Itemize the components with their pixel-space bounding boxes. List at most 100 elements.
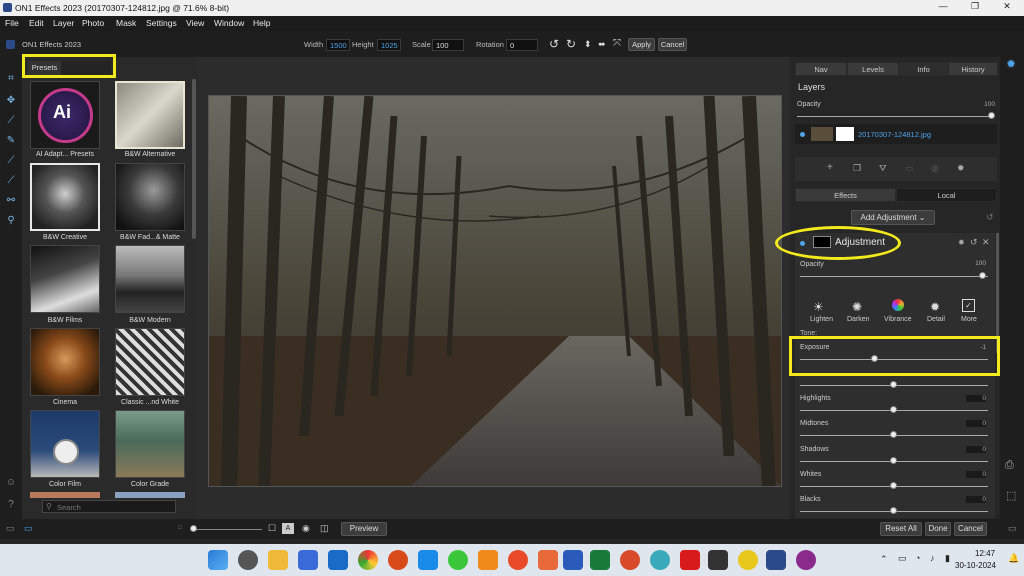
adjustment-close-icon[interactable]: ✕	[982, 237, 990, 248]
merge-icon[interactable]: ▭	[905, 163, 914, 174]
outlook-icon[interactable]	[328, 550, 348, 570]
tab-history[interactable]: History	[948, 62, 998, 76]
menu-help[interactable]: Help	[253, 18, 270, 28]
on1-taskbar-icon[interactable]	[766, 550, 786, 570]
photo-image[interactable]	[208, 95, 782, 487]
menu-mask[interactable]: Mask	[116, 18, 136, 28]
adjustment-reset-icon[interactable]: ↺	[970, 237, 978, 248]
print-icon[interactable]: ⎙	[1005, 459, 1014, 472]
app-icon-dark[interactable]	[708, 550, 728, 570]
layer-visibility-icon[interactable]	[800, 132, 805, 137]
before-after-icon[interactable]: ◫	[320, 523, 329, 534]
adjustment-settings-icon[interactable]: ✹	[958, 238, 965, 247]
slider-knob-midtones[interactable]	[890, 431, 897, 438]
search-box[interactable]: ⚲ Search	[42, 500, 176, 513]
preset-thumb-color-film[interactable]	[30, 410, 100, 478]
clone-icon[interactable]: ⚯	[5, 195, 17, 207]
minimize-button[interactable]: —	[932, 1, 954, 15]
layer-row[interactable]: 20170307-124812.jpg	[795, 124, 997, 144]
zoom-icon[interactable]: ⚲	[5, 215, 17, 227]
layer-opacity-value[interactable]: 100	[975, 101, 995, 108]
rotation-select[interactable]: 0	[506, 39, 538, 51]
scale-select[interactable]: 100	[432, 39, 464, 51]
preset-thumb-cinema[interactable]	[30, 328, 100, 396]
menu-photo[interactable]: Photo	[82, 18, 104, 28]
app-icon-yellow[interactable]	[738, 550, 758, 570]
lighten-icon[interactable]: ☀	[813, 300, 824, 314]
user-icon[interactable]: ☺	[5, 477, 17, 489]
tab-effects[interactable]: Effects	[795, 188, 896, 202]
menu-layer[interactable]: Layer	[53, 18, 74, 28]
rotate-right-icon[interactable]: ↻	[566, 37, 576, 51]
slider-value-whites[interactable]: 0	[966, 471, 986, 478]
layout-toggle-icon[interactable]: ▭	[24, 523, 33, 534]
menu-file[interactable]: File	[5, 18, 19, 28]
preset-thumb-bw-fade-matte[interactable]	[115, 163, 185, 231]
app-icon-green[interactable]	[448, 550, 468, 570]
undo-icon[interactable]: ↺	[986, 212, 994, 223]
rotate-left-icon[interactable]: ↺	[549, 37, 559, 51]
delete-layer-icon[interactable]: ◍	[931, 163, 939, 174]
tab-levels[interactable]: Levels	[847, 62, 899, 76]
image-canvas[interactable]	[198, 57, 790, 519]
right-panel-scrollbar[interactable]	[996, 233, 999, 353]
preview-button[interactable]: Preview	[341, 522, 387, 536]
move-icon[interactable]: ✥	[5, 95, 17, 107]
vibrance-icon[interactable]	[892, 299, 904, 311]
duplicate-layer-icon[interactable]: ❐	[853, 163, 861, 174]
presets-scrollbar[interactable]	[192, 79, 196, 239]
layer-name[interactable]: 20170307-124812.jpg	[858, 130, 931, 139]
help-icon[interactable]: ?	[5, 499, 17, 511]
app-icon-purple[interactable]	[796, 550, 816, 570]
network-icon[interactable]: ◔	[915, 553, 920, 563]
settings-app-icon[interactable]	[238, 550, 258, 570]
vlc-icon[interactable]	[478, 550, 498, 570]
apply-button[interactable]: Apply	[628, 38, 655, 51]
compare-icon[interactable]: ☐	[268, 523, 276, 534]
vibrance-label[interactable]: Vibrance	[884, 316, 912, 323]
fill-icon[interactable]: ⛛	[879, 163, 887, 174]
tab-local[interactable]: Local	[896, 188, 997, 202]
search-input[interactable]: Search	[57, 503, 81, 512]
excel-icon[interactable]	[590, 550, 610, 570]
slider-value-shadows[interactable]: 0	[966, 446, 986, 453]
tray-chevron-icon[interactable]: ⌃	[880, 554, 888, 565]
menu-view[interactable]: View	[186, 18, 204, 28]
zoom-out-icon[interactable]: □	[178, 525, 182, 531]
notification-icon[interactable]: 🔔	[1008, 553, 1019, 564]
preset-thumb-color-grade[interactable]	[115, 410, 185, 478]
zoom-slider[interactable]	[194, 529, 262, 530]
chrome-icon[interactable]	[358, 550, 378, 570]
panel-toggle-icon[interactable]: ▭	[6, 523, 15, 534]
cancel-transform-button[interactable]: Cancel	[658, 38, 687, 51]
clock-time[interactable]: 12:47	[975, 549, 995, 558]
adjustment-opacity-knob[interactable]	[979, 272, 986, 279]
slider-knob-blacks[interactable]	[890, 507, 897, 514]
preset-thumb-bw-modern[interactable]	[115, 245, 185, 313]
slider-knob-extra[interactable]	[890, 381, 897, 388]
browser-icon[interactable]	[388, 550, 408, 570]
text-tool-icon[interactable]: A	[282, 523, 294, 534]
mask-view-icon[interactable]: ◉	[302, 523, 310, 534]
preset-thumb-bw-creative[interactable]	[30, 163, 100, 231]
app-icon-blue[interactable]	[418, 550, 438, 570]
slider-knob-highlights[interactable]	[890, 406, 897, 413]
preset-thumb-classic-bw[interactable]	[115, 328, 185, 396]
clock-date[interactable]: 30-10-2024	[955, 561, 996, 570]
menu-settings[interactable]: Settings	[146, 18, 177, 28]
wand-icon[interactable]: ✎	[5, 135, 17, 147]
laptop-icon[interactable]: ▭	[898, 553, 907, 564]
layer-opacity-knob[interactable]	[988, 112, 995, 119]
preset-thumb-bw-films[interactable]	[30, 245, 100, 313]
layer-settings-icon[interactable]: ✹	[957, 163, 965, 174]
lighten-label[interactable]: Lighten	[810, 316, 833, 323]
reset-all-button[interactable]: Reset All	[880, 522, 922, 536]
volume-icon[interactable]: ♪	[930, 553, 935, 563]
slider-value-midtones[interactable]: 0	[966, 420, 986, 427]
height-field[interactable]: 1025	[377, 39, 401, 51]
app-icon-teal[interactable]	[650, 550, 670, 570]
zoom-slider-knob[interactable]	[190, 525, 197, 532]
powerpoint-icon[interactable]	[620, 550, 640, 570]
add-layer-icon[interactable]: +	[827, 162, 833, 173]
layer-opacity-slider[interactable]	[797, 116, 992, 117]
